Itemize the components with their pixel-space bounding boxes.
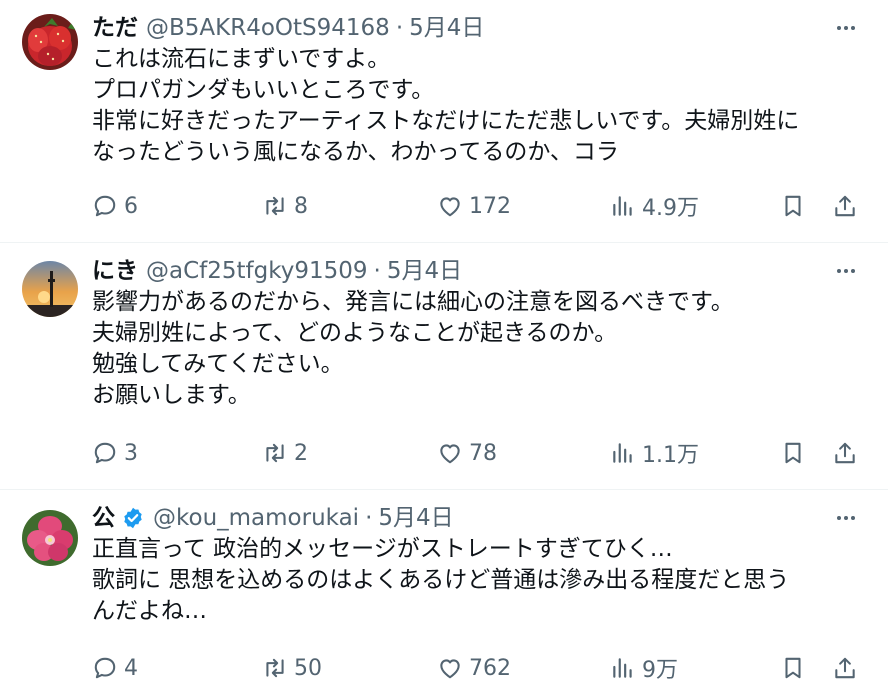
view-count: 1.1万 bbox=[642, 443, 699, 468]
display-name[interactable]: 公 bbox=[92, 502, 115, 534]
post-date[interactable]: 5月4日 bbox=[378, 502, 453, 534]
repost-count: 50 bbox=[294, 655, 322, 681]
repost-button[interactable]: 50 bbox=[262, 650, 322, 686]
verified-badge-icon bbox=[121, 506, 145, 530]
reply-count: 4 bbox=[124, 655, 138, 681]
repost-icon bbox=[266, 658, 284, 678]
avatar[interactable] bbox=[22, 261, 78, 317]
avatar[interactable] bbox=[22, 14, 78, 70]
action-bar: 4 50 762 9万 bbox=[92, 650, 872, 686]
repost-button[interactable]: 8 bbox=[262, 188, 308, 224]
separator-dot: · bbox=[373, 258, 381, 284]
user-handle[interactable]: @aCf25tfgky91509 bbox=[146, 255, 368, 287]
reply-button[interactable]: 3 bbox=[92, 435, 138, 471]
reply-icon bbox=[94, 442, 116, 464]
like-button[interactable]: 762 bbox=[437, 650, 511, 686]
share-icon bbox=[835, 442, 855, 464]
post-text: 影響力があるのだから、発言には細心の注意を図るべきです。 夫婦別姓によって、どの… bbox=[92, 287, 862, 411]
repost-count: 8 bbox=[294, 193, 308, 219]
reply-count: 3 bbox=[124, 440, 138, 466]
separator-dot: · bbox=[395, 15, 404, 41]
separator-dot: · bbox=[365, 505, 373, 531]
view-count: 4.9万 bbox=[642, 196, 699, 221]
views-button[interactable]: 9万 bbox=[610, 650, 678, 686]
more-icon[interactable] bbox=[832, 257, 860, 285]
post-text-line: なったどういう風になるか、わかってるのか、コラ bbox=[92, 139, 619, 165]
bookmark-button[interactable] bbox=[780, 435, 806, 471]
views-icon bbox=[613, 658, 632, 678]
reply-button[interactable]: 4 bbox=[92, 650, 138, 686]
user-handle[interactable]: @kou_mamorukai bbox=[153, 502, 359, 534]
like-button[interactable]: 172 bbox=[437, 188, 511, 224]
post-text-line: お願いします。 bbox=[92, 382, 251, 408]
post[interactable]: 公 @kou_mamorukai · 5月4日 正直言って 政治的メッセージがス… bbox=[0, 490, 888, 700]
like-icon bbox=[440, 444, 460, 464]
post-text-line: んだよね… bbox=[92, 598, 207, 624]
like-count: 762 bbox=[469, 655, 511, 681]
bookmark-icon bbox=[785, 195, 801, 217]
bookmark-icon bbox=[785, 657, 801, 679]
share-button[interactable] bbox=[832, 188, 858, 224]
repost-button[interactable]: 2 bbox=[262, 435, 308, 471]
views-button[interactable]: 1.1万 bbox=[610, 435, 699, 471]
post-text-line: 歌詞に 思想を込めるのはよくあるけど普通は滲み出る程度だと思う bbox=[92, 567, 790, 593]
post-date[interactable]: 5月4日 bbox=[409, 12, 484, 44]
post-text-line: 勉強してみてください。 bbox=[92, 351, 344, 377]
display-name[interactable]: にき bbox=[92, 255, 138, 287]
avatar[interactable] bbox=[22, 510, 78, 566]
post-text: 正直言って 政治的メッセージがストレートすぎてひく… 歌詞に 思想を込めるのはよ… bbox=[92, 534, 862, 627]
like-button[interactable]: 78 bbox=[437, 435, 497, 471]
reply-icon bbox=[94, 657, 116, 679]
reply-button[interactable]: 6 bbox=[92, 188, 138, 224]
post[interactable]: ただ @B5AKR4oOtS94168 · 5月4日 これは流石にまずいですよ。… bbox=[0, 0, 888, 243]
action-bar: 3 2 78 1.1万 bbox=[92, 435, 872, 471]
views-icon bbox=[613, 443, 632, 463]
like-count: 78 bbox=[469, 440, 497, 466]
more-icon[interactable] bbox=[832, 14, 860, 42]
post-text-line: 正直言って 政治的メッセージがストレートすぎてひく… bbox=[92, 536, 673, 562]
view-count: 9万 bbox=[642, 658, 678, 683]
share-button[interactable] bbox=[832, 650, 858, 686]
post-header: にき @aCf25tfgky91509 · 5月4日 bbox=[92, 255, 462, 287]
action-bar: 6 8 172 4.9万 bbox=[92, 188, 872, 224]
views-icon bbox=[613, 196, 632, 216]
like-count: 172 bbox=[469, 193, 511, 219]
bookmark-button[interactable] bbox=[780, 188, 806, 224]
post-text: これは流石にまずいですよ。 プロパガンダもいいところです。 非常に好きだったアー… bbox=[92, 44, 862, 168]
more-icon[interactable] bbox=[832, 504, 860, 532]
display-name[interactable]: ただ bbox=[92, 12, 138, 44]
like-icon bbox=[440, 197, 460, 217]
repost-icon bbox=[266, 443, 284, 463]
bookmark-button[interactable] bbox=[780, 650, 806, 686]
post-text-line: プロパガンダもいいところです。 bbox=[92, 77, 435, 103]
post-text-line: 夫婦別姓によって、どのようなことが起きるのか。 bbox=[92, 320, 618, 346]
reply-icon bbox=[94, 195, 116, 217]
user-handle[interactable]: @B5AKR4oOtS94168 bbox=[146, 12, 390, 44]
post-text-line: これは流石にまずいですよ。 bbox=[92, 46, 391, 72]
share-icon bbox=[835, 195, 855, 217]
post-date[interactable]: 5月4日 bbox=[387, 255, 462, 287]
post-header: 公 @kou_mamorukai · 5月4日 bbox=[92, 502, 454, 534]
like-icon bbox=[440, 659, 460, 679]
post[interactable]: にき @aCf25tfgky91509 · 5月4日 影響力があるのだから、発言… bbox=[0, 243, 888, 490]
share-button[interactable] bbox=[832, 435, 858, 471]
repost-icon bbox=[266, 196, 284, 216]
reply-count: 6 bbox=[124, 193, 138, 219]
bookmark-icon bbox=[785, 442, 801, 464]
post-header: ただ @B5AKR4oOtS94168 · 5月4日 bbox=[92, 12, 484, 44]
repost-count: 2 bbox=[294, 440, 308, 466]
post-text-line: 影響力があるのだから、発言には細心の注意を図るべきです。 bbox=[92, 289, 734, 315]
share-icon bbox=[835, 657, 855, 679]
views-button[interactable]: 4.9万 bbox=[610, 188, 699, 224]
post-text-line: 非常に好きだったアーティストなだけにただ悲しいです。夫婦別姓に bbox=[92, 108, 800, 134]
